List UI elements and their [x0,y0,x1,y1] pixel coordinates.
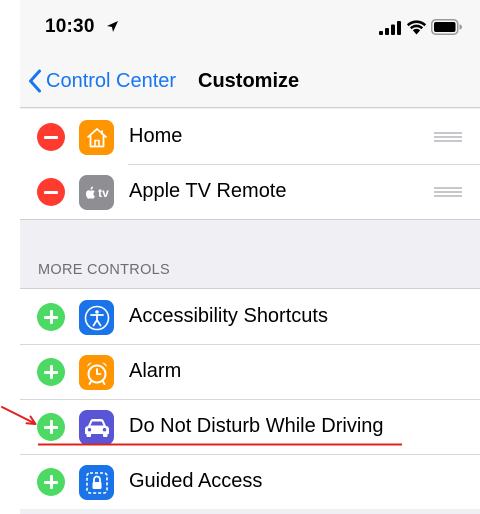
list-item-label: Apple TV Remote [129,180,287,202]
add-guided-access-button[interactable] [37,468,65,496]
status-bar: 10:30 [20,0,480,58]
car-icon [79,410,114,445]
add-do-not-disturb-while-driving-button[interactable] [37,413,65,441]
list-item-label: Home [129,125,183,147]
list-item-home: Home [20,109,480,164]
add-alarm-button[interactable] [37,358,65,386]
accessibility-icon [79,300,114,335]
apple-tv-icon-label: tv [98,185,109,200]
settings-screen: 10:30 Control Center Customize Home tv A… [20,0,480,514]
list-item-accessibility-shortcuts: Accessibility Shortcuts [20,289,480,344]
battery-icon [431,19,462,35]
remove-apple-tv-remote-button[interactable] [37,178,65,206]
list-item-label: Do Not Disturb While Driving [129,415,384,437]
section-header-more-controls: MORE CONTROLS [38,262,170,278]
list-item-guided-access: Guided Access [20,454,480,509]
reorder-handle[interactable] [434,132,462,142]
cellular-signal-icon [379,21,401,35]
list-item-label: Guided Access [129,470,263,492]
chevron-left-icon [29,69,41,93]
annotation-underline [38,443,402,446]
page-title: Customize [198,70,300,92]
back-button-label: Control Center [46,69,177,92]
guided-access-lock-icon [79,465,114,500]
list-item-label: Accessibility Shortcuts [129,305,328,327]
included-controls-list: Home tv Apple TV Remote [20,109,480,220]
list-item-alarm: Alarm [20,344,480,399]
location-arrow-icon [107,21,118,32]
alarm-clock-icon [79,355,114,390]
add-accessibility-shortcuts-button[interactable] [37,303,65,331]
navigation-bar: Control Center Customize [20,58,480,108]
back-button[interactable]: Control Center [28,66,176,96]
list-item-label: Alarm [129,360,182,382]
reorder-handle[interactable] [434,187,462,197]
home-icon [79,120,114,155]
status-time: 10:30 [45,16,95,37]
apple-tv-icon: tv [79,175,114,210]
list-item-apple-tv-remote: tv Apple TV Remote [20,164,480,219]
wifi-icon [406,20,427,35]
remove-home-button[interactable] [37,123,65,151]
more-controls-list: Accessibility Shortcuts Alarm Do Not Dis… [20,288,480,509]
annotation-arrow [1,406,37,425]
